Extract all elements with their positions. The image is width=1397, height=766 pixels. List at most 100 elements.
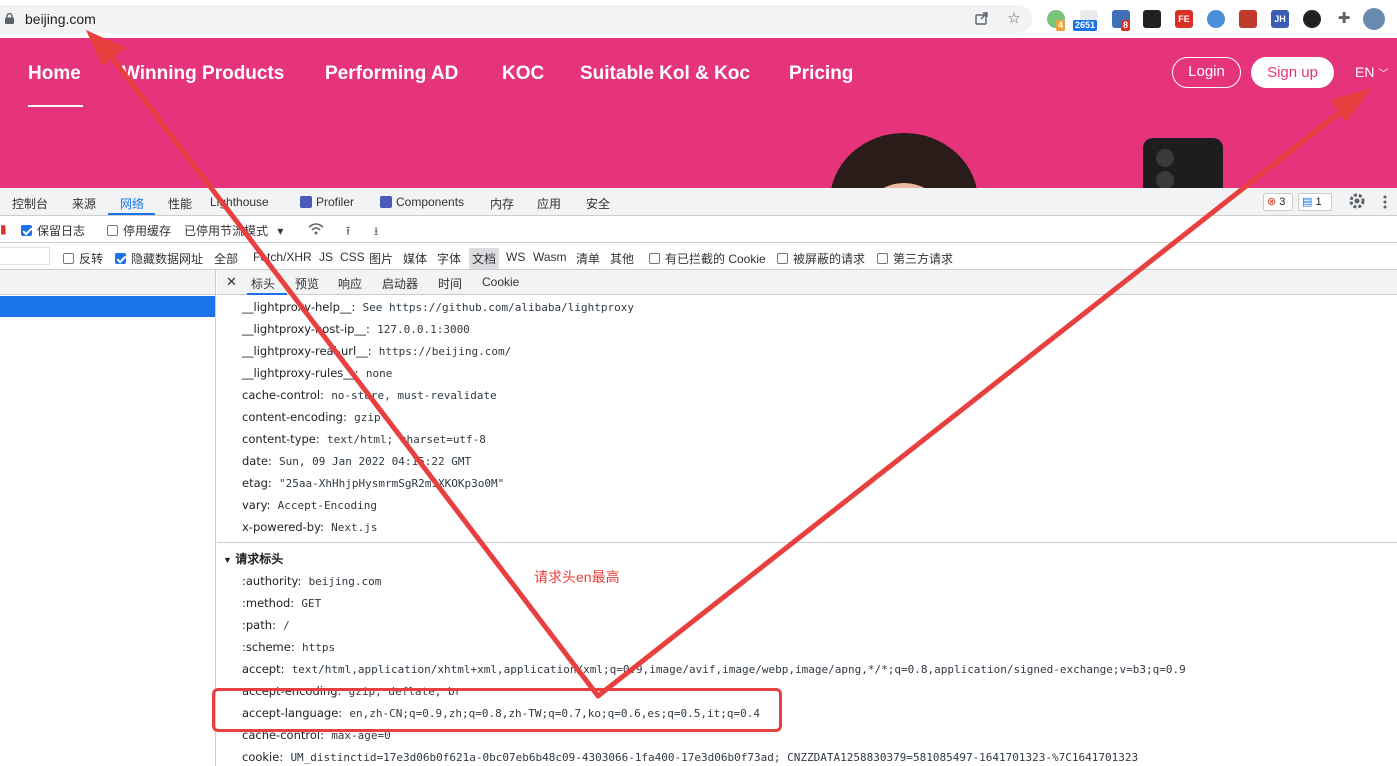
extension-badge: 4: [1056, 20, 1066, 31]
message-count-badge[interactable]: ▤ 1: [1298, 193, 1332, 211]
filter-type-img[interactable]: 图片: [369, 250, 393, 267]
wifi-settings-icon[interactable]: [308, 222, 324, 238]
extension-jh-icon[interactable]: JH: [1271, 10, 1289, 28]
throttle-select[interactable]: 已停用节流模式 ▾: [184, 222, 283, 239]
nav-pricing[interactable]: Pricing: [789, 63, 853, 85]
extension-v-icon[interactable]: [1207, 10, 1225, 28]
filter-type-font[interactable]: 字体: [437, 250, 461, 267]
nav-home[interactable]: Home: [28, 63, 81, 85]
signup-button[interactable]: Sign up: [1251, 57, 1334, 88]
extensions-puzzle-icon[interactable]: ✚: [1335, 10, 1353, 28]
header-row: date: Sun, 09 Jan 2022 04:15:22 GMT: [242, 454, 472, 468]
share-icon[interactable]: [973, 10, 991, 28]
language-label: EN: [1355, 64, 1375, 80]
header-row: :authority: beijing.com: [242, 574, 382, 588]
third-party-checkbox[interactable]: 第三方请求: [877, 250, 953, 267]
devtools-panel: 控制台 来源 网络 性能 Lighthouse Profiler Compone…: [0, 188, 1397, 766]
tab-cookies[interactable]: Cookie: [482, 275, 519, 289]
preserve-log-checkbox[interactable]: 保留日志: [21, 222, 85, 239]
header-row: etag: "25aa-XhHhjpHysmrmSgR2m1XKOKp3o0M": [242, 476, 505, 490]
error-icon: ⊗: [1267, 196, 1277, 208]
checkbox-checked[interactable]: [115, 253, 126, 264]
tab-lighthouse[interactable]: Lighthouse: [210, 195, 269, 209]
tab-network[interactable]: 网络: [120, 195, 144, 212]
filter-type-manifest[interactable]: 清单: [576, 250, 600, 267]
filter-type-css[interactable]: CSS: [340, 250, 365, 264]
tab-initiator[interactable]: 启动器: [382, 275, 418, 292]
tab-application[interactable]: 应用: [537, 195, 561, 212]
header-row: :scheme: https: [242, 640, 336, 654]
chevron-down-icon: ﹀: [1378, 69, 1389, 80]
tab-security[interactable]: 安全: [586, 195, 610, 212]
import-har-icon[interactable]: ⭱: [346, 222, 350, 243]
tab-headers[interactable]: 标头: [251, 275, 275, 292]
extension-dark-icon[interactable]: [1143, 10, 1161, 28]
tab-profiler[interactable]: Profiler: [300, 195, 354, 209]
checkbox-checked[interactable]: [21, 225, 32, 236]
filter-type-js[interactable]: JS: [319, 250, 333, 264]
extension-badge: 2651: [1073, 20, 1098, 31]
extension-badge: 8: [1121, 20, 1131, 31]
checkbox[interactable]: [877, 253, 888, 264]
request-headers-section-toggle[interactable]: ▼ 请求标头: [223, 550, 283, 567]
header-row: cookie: UM_distinctid=17e3d06b0f621a-0bc…: [242, 750, 1139, 764]
triangle-down-icon: ▼: [223, 555, 232, 565]
tab-sources[interactable]: 来源: [72, 195, 96, 212]
extension-red-icon[interactable]: [1239, 10, 1257, 28]
hide-data-urls-checkbox[interactable]: 隐藏数据网址: [115, 250, 203, 267]
website-header: Home Winning Products Performing AD KOC …: [0, 38, 1397, 188]
network-filter-bar: 反转 隐藏数据网址 全部 Fetch/XHR JS CSS 图片 媒体 字体 文…: [0, 243, 1397, 270]
checkbox[interactable]: [107, 225, 118, 236]
tab-components[interactable]: Components: [380, 195, 464, 209]
tab-preview[interactable]: 预览: [295, 275, 319, 292]
bookmark-star-icon[interactable]: ☆: [1005, 10, 1023, 28]
header-row: x-powered-by: Next.js: [242, 520, 378, 534]
tab-timing[interactable]: 时间: [438, 275, 462, 292]
login-button[interactable]: Login: [1172, 57, 1241, 88]
filter-type-doc[interactable]: 文档: [469, 248, 500, 269]
disable-cache-checkbox[interactable]: 停用缓存: [107, 222, 171, 239]
tab-performance[interactable]: 性能: [168, 195, 192, 212]
tab-memory[interactable]: 内存: [490, 195, 514, 212]
error-count-badge[interactable]: ⊗ 3: [1263, 193, 1293, 211]
export-har-icon[interactable]: ⭳: [374, 222, 378, 243]
more-vertical-icon[interactable]: [1382, 194, 1388, 210]
url-text[interactable]: beijing.com: [25, 11, 96, 27]
profile-avatar[interactable]: [1363, 8, 1385, 30]
nav-suitable-kol-koc[interactable]: Suitable Kol & Koc: [580, 63, 750, 85]
close-icon[interactable]: ✕: [226, 274, 237, 290]
tab-console[interactable]: 控制台: [12, 195, 48, 212]
blocked-cookies-checkbox[interactable]: 有已拦截的 Cookie: [649, 250, 766, 267]
nav-winning-products[interactable]: Winning Products: [122, 63, 284, 85]
blocked-requests-checkbox[interactable]: 被屏蔽的请求: [777, 250, 865, 267]
annotation-note: 请求头en最高: [534, 569, 620, 585]
checkbox[interactable]: [777, 253, 788, 264]
filter-type-ws[interactable]: WS: [506, 250, 525, 264]
filter-type-fetch-xhr[interactable]: Fetch/XHR: [253, 250, 312, 264]
header-row: __lightproxy-rules__: none: [242, 366, 393, 380]
tab-response[interactable]: 响应: [338, 275, 362, 292]
gear-icon[interactable]: [1348, 192, 1366, 210]
filter-type-wasm[interactable]: Wasm: [533, 250, 567, 264]
nav-performing-ad[interactable]: Performing AD: [325, 63, 458, 85]
header-row: vary: Accept-Encoding: [242, 498, 378, 512]
checkbox[interactable]: [63, 253, 74, 264]
react-icon: [300, 196, 312, 208]
extension-fe-icon[interactable]: FE: [1175, 10, 1193, 28]
filter-input[interactable]: [0, 247, 50, 265]
address-bar[interactable]: beijing.com ☆: [0, 5, 1032, 33]
dropdown-caret-icon: ▾: [277, 224, 284, 238]
checkbox[interactable]: [649, 253, 660, 264]
filter-type-all[interactable]: 全部: [214, 250, 238, 267]
lock-icon[interactable]: [5, 13, 14, 24]
request-row-selected[interactable]: [0, 296, 215, 317]
invert-checkbox[interactable]: 反转: [63, 250, 103, 267]
header-row: __lightproxy-real-url__: https://beijing…: [242, 344, 512, 358]
highlight-box-accept-language: [212, 688, 782, 732]
record-icon[interactable]: ▮: [0, 222, 7, 236]
nav-koc[interactable]: KOC: [502, 63, 544, 85]
filter-type-other[interactable]: 其他: [610, 250, 634, 267]
filter-type-media[interactable]: 媒体: [403, 250, 427, 267]
extension-infinity-icon[interactable]: [1303, 10, 1321, 28]
language-select[interactable]: EN ﹀: [1355, 64, 1388, 80]
